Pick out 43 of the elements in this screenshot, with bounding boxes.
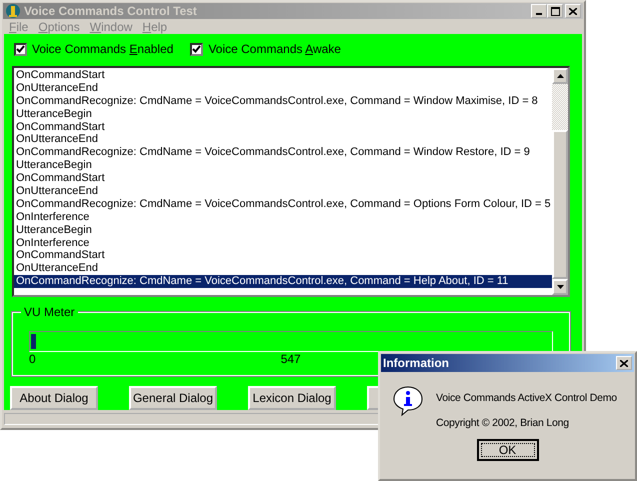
dialog-message: Voice Commands ActiveX Control Demo — [436, 392, 617, 404]
group-title: VU Meter — [21, 305, 78, 319]
dialog-button[interactable]: General Dialog — [129, 386, 217, 410]
window-title: Voice Commands Control Test — [24, 4, 198, 18]
list-item[interactable]: OnUtteranceEnd — [14, 82, 552, 95]
info-icon — [392, 385, 424, 417]
up-arrow-icon — [556, 74, 564, 78]
list-item[interactable]: OnCommandStart — [14, 249, 552, 262]
list-item[interactable]: OnInterference — [14, 210, 552, 224]
down-arrow-icon — [556, 285, 564, 289]
list-item[interactable]: OnInterference — [14, 236, 552, 250]
maximize-icon — [550, 6, 560, 16]
scale-label: 0 — [29, 352, 36, 366]
dialog-button[interactable]: Lexicon Dialog — [248, 386, 336, 410]
list-item[interactable]: OnCommandRecognize: CmdName = VoiceCommandsControl.exe, Command = Window Restore, ID = 9 — [14, 146, 552, 160]
ok-button[interactable]: OK — [476, 439, 538, 461]
list-item[interactable]: OnCommandRecognize: CmdName = VoiceCommandsControl.exe, Command = Help About, ID = 11 — [14, 275, 552, 288]
list-item[interactable]: OnUtteranceEnd — [14, 262, 552, 276]
checkbox-box[interactable] — [14, 42, 27, 56]
scale-label: 547 — [280, 352, 301, 366]
list-item[interactable]: OnCommandStart — [14, 120, 552, 134]
list-item[interactable]: OnCommandStart — [14, 172, 552, 186]
scroll-up-button[interactable] — [552, 68, 568, 84]
list-item[interactable]: UtteranceBegin — [14, 224, 552, 237]
scroll-thumb[interactable] — [552, 130, 568, 279]
scroll-down-button[interactable] — [552, 279, 568, 295]
close-icon — [620, 360, 628, 366]
event-list[interactable] — [12, 66, 570, 297]
close-icon — [569, 8, 577, 14]
list-item[interactable]: OnCommandStart — [14, 69, 552, 82]
list-item[interactable]: OnUtteranceEnd — [14, 133, 552, 146]
scrollbar[interactable] — [552, 68, 568, 295]
list-item[interactable]: OnCommandRecognize: CmdName = VoiceCommandsControl.exe, Command = Options Form Colour, ID = 5 — [14, 198, 552, 211]
list-item[interactable]: UtteranceBegin — [14, 159, 552, 172]
list-item[interactable]: UtteranceBegin — [14, 108, 552, 121]
app-icon — [5, 3, 21, 19]
dialog-button[interactable]: About Dialog — [10, 386, 98, 410]
list-item[interactable]: OnUtteranceEnd — [14, 185, 552, 198]
close-button[interactable] — [616, 356, 632, 370]
list-item[interactable]: OnCommandRecognize: CmdName = VoiceCommandsControl.exe, Command = Window Maximise, ID = 8 — [14, 94, 552, 108]
checkbox-box[interactable] — [190, 42, 204, 56]
dialog-title: Information — [383, 356, 450, 370]
copyright-text: Copyright © 2002, Brian Long — [436, 417, 570, 429]
